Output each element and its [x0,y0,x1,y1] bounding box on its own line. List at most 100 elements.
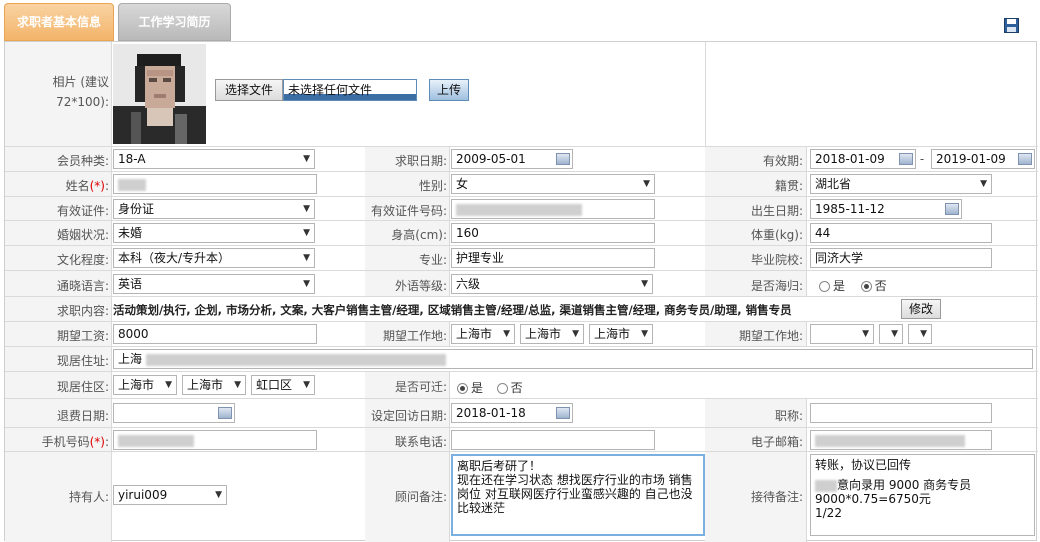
returnee-label: 是否海归: [750,279,803,293]
consultant-note-label: 顾问备注: [394,490,447,504]
row-refund: 退费日期: 设定回访日期: 2018-01-18 职称: [5,398,1038,427]
choose-file-button[interactable]: 选择文件 [215,79,283,101]
row-language: 通晓语言: 英语 外语等级: 六级 是否海归: 是 否 [5,270,1038,296]
phone-input[interactable] [451,430,655,450]
language-label: 通晓语言: [56,279,109,293]
row-notes: 持有人: yirui009 顾问备注: 离职后考研了！ 现在还在学习状态 想找医… [5,451,1038,542]
id-number-input[interactable] [451,199,655,219]
mobile-input[interactable] [113,430,317,450]
salary-input[interactable]: 8000 [113,324,317,344]
name-label: 姓名(*): [65,179,109,193]
calendar-icon[interactable] [945,203,959,215]
work-place-province-select[interactable]: 上海市 [451,324,515,344]
calendar-icon[interactable] [556,153,570,165]
tab-bar: 求职者基本信息 工作学习简历 [0,0,1040,42]
email-input[interactable] [810,430,992,450]
relocate-options: 是 否 [457,379,523,396]
weight-input[interactable]: 44 [810,223,992,243]
relocate-no-radio[interactable] [496,383,508,394]
district-city-select[interactable]: 上海市 [182,375,246,395]
tab-basic-info[interactable]: 求职者基本信息 [4,3,114,41]
gender-select[interactable]: 女 [451,174,655,194]
file-name-display: 未选择任何文件 [283,79,417,101]
valid-period-sep: - [919,152,925,166]
school-label: 毕业院校: [750,253,803,267]
work-place-label: 期望工作地: [382,329,447,343]
lang-level-select[interactable]: 六级 [451,274,653,294]
calendar-icon[interactable] [218,407,232,419]
returnee-yes-radio[interactable] [819,281,830,292]
salary-label: 期望工资: [56,329,109,343]
reception-note-textarea[interactable]: 转账，协议已回传 意向录用 9000 商务专员 9000*0.75=6750元 … [810,454,1035,536]
refund-date-label: 退费日期: [56,409,109,423]
refund-date-input[interactable] [113,403,235,423]
mobile-label: 手机号码(*): [41,435,109,449]
holder-label: 持有人: [68,490,109,504]
height-label: 身高(cm): [391,228,447,242]
phone-label: 联系电话: [394,435,447,449]
row-salary: 期望工资: 8000 期望工作地: 上海市 上海市 上海市 期望工作地: [5,321,1038,346]
name-input[interactable] [113,174,317,194]
job-content-label: 求职内容: [56,304,109,318]
upload-button[interactable]: 上传 [429,79,469,101]
education-label: 文化程度: [56,253,109,267]
valid-period-label: 有效期: [762,154,803,168]
calendar-icon[interactable] [1018,153,1032,165]
email-label: 电子邮箱: [750,435,803,449]
id-type-label: 有效证件: [56,204,109,218]
row-education: 文化程度: 本科（夜大/专升本） 专业: 护理专业 毕业院校: 同济大学 [5,245,1038,270]
height-input[interactable]: 160 [451,223,655,243]
id-number-label: 有效证件号码: [370,204,447,218]
calendar-icon[interactable] [899,153,913,165]
work-place2-district-select[interactable] [908,324,932,344]
row-contact: 手机号码(*): 联系电话: 电子邮箱: [5,427,1038,451]
major-input[interactable]: 护理专业 [451,248,655,268]
job-content-text: 活动策划/执行, 企划, 市场分析, 文案, 大客户销售主管/经理, 区域销售主… [113,303,792,317]
marital-label: 婚姻状况: [56,228,109,242]
returnee-options: 是 否 [819,277,887,294]
tab-work-study-resume[interactable]: 工作学习简历 [118,3,231,41]
revisit-date-input[interactable]: 2018-01-18 [451,403,573,423]
birth-date-input[interactable]: 1985-11-12 [810,199,962,219]
row-job-content: 求职内容: 活动策划/执行, 企划, 市场分析, 文案, 大客户销售主管/经理,… [5,296,1038,321]
row-member-type: 会员种类: 18-A 求职日期: 2009-05-01 有效期: 2018-01… [5,146,1038,171]
relocate-label: 是否可迁: [394,380,447,394]
consultant-note-textarea[interactable]: 离职后考研了！ 现在还在学习状态 想找医疗行业的市场 销售岗位 对互联网医疗行业… [451,454,705,536]
native-place-label: 籍贯: [774,179,803,193]
work-place-city-select[interactable]: 上海市 [520,324,584,344]
address-label: 现居住址: [56,354,109,368]
language-select[interactable]: 英语 [113,274,315,294]
education-select[interactable]: 本科（夜大/专升本） [113,248,315,268]
work-place-district-select[interactable]: 上海市 [589,324,653,344]
native-place-select[interactable]: 湖北省 [810,174,992,194]
member-type-label: 会员种类: [56,154,109,168]
id-type-select[interactable]: 身份证 [113,199,315,219]
work-place2-label: 期望工作地: [738,329,803,343]
address-input[interactable]: 上海 [113,349,1033,369]
district-area-select[interactable]: 虹口区 [251,375,315,395]
lang-level-label: 外语等级: [394,279,447,293]
relocate-yes-radio[interactable] [457,383,468,394]
valid-to-input[interactable]: 2019-01-09 [931,149,1035,169]
valid-from-input[interactable]: 2018-01-09 [810,149,916,169]
major-label: 专业: [418,253,447,267]
edit-job-content-button[interactable]: 修改 [901,299,941,319]
reception-note-label: 接待备注: [750,490,803,504]
work-place2-city-select[interactable] [879,324,903,344]
photo-row: 相片 (建议72*100): 选择文件 未选择任何文件 上传 [5,42,1038,146]
work-place2-province-select[interactable] [810,324,874,344]
birth-date-label: 出生日期: [750,204,803,218]
holder-select[interactable]: yirui009 [113,485,227,505]
applicant-form: 相片 (建议72*100): 选择文件 未选择任何文件 上传 会员种类: 18-… [4,41,1038,542]
title-input[interactable] [810,403,992,423]
calendar-icon[interactable] [556,407,570,419]
apply-date-input[interactable]: 2009-05-01 [451,149,573,169]
returnee-no-radio[interactable] [860,281,872,292]
marital-select[interactable]: 未婚 [113,223,315,243]
apply-date-label: 求职日期: [394,154,447,168]
district-province-select[interactable]: 上海市 [113,375,177,395]
member-type-select[interactable]: 18-A [113,149,315,169]
applicant-photo [113,44,206,144]
save-icon[interactable] [1004,18,1019,33]
school-input[interactable]: 同济大学 [810,248,992,268]
